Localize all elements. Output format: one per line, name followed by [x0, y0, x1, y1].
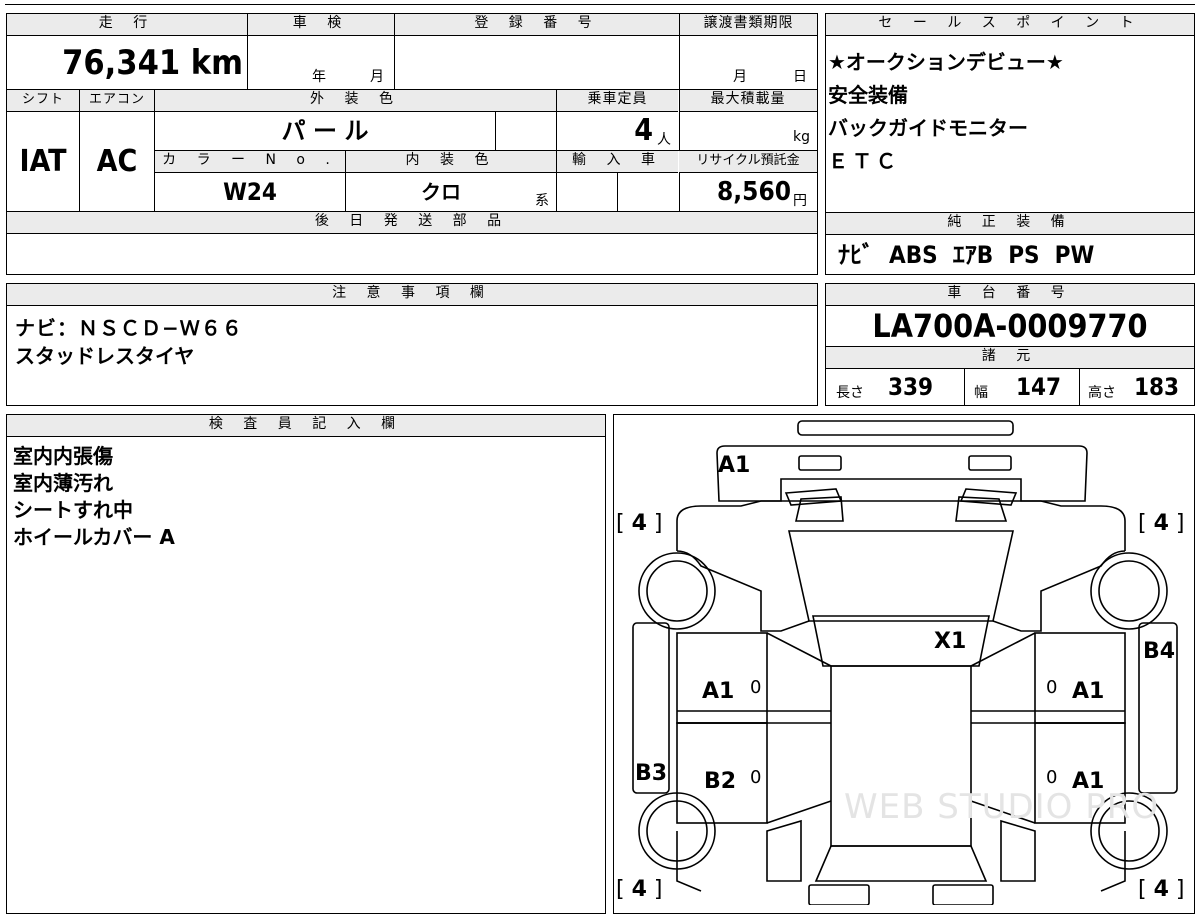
chassis-label: 車 台 番 号: [826, 284, 1194, 306]
shift-label: シフト: [7, 90, 79, 112]
inspection-year-unit: 年: [312, 69, 326, 85]
transfer-day-unit: 日: [793, 69, 807, 85]
capacity-label: 乗車定員: [557, 90, 678, 112]
mark-zero: 0: [1046, 767, 1058, 788]
genuine-equipment-box: 純 正 装 備 ﾅﾋﾞ ABS ｴｱB PS PW: [825, 212, 1195, 275]
chassis-box: 車 台 番 号 LA700A-0009770 諸 元 長さ 339 幅 147 …: [825, 283, 1195, 406]
mark-right-front-door: A1: [1072, 679, 1105, 704]
recycle-unit: 円: [793, 193, 807, 209]
ext-color-value: パ ー ル: [281, 117, 369, 145]
ac-value: AC: [96, 144, 138, 179]
tread-rear-left: [ 4 ]: [616, 877, 663, 902]
shift-value: IAT: [19, 144, 67, 179]
ac-label: エアコン: [80, 90, 154, 112]
mark-left-front-door: A1: [702, 679, 735, 704]
inspector-line: シートすれ中: [13, 498, 133, 522]
inspector-line: ホイールカバー A: [13, 525, 175, 549]
notes-label: 注 意 事 項 欄: [7, 284, 817, 306]
tread-front-left: [ 4 ]: [616, 511, 663, 536]
length-value: 339: [888, 373, 934, 401]
int-color-label: 内 装 色: [346, 151, 556, 173]
sales-point-line: ★オークションデビュー★: [828, 50, 1064, 74]
int-color-value: クロ: [421, 180, 461, 204]
mark-zero: 0: [750, 677, 762, 698]
color-no-value: W24: [223, 178, 277, 206]
specs-label: 諸 元: [826, 347, 1194, 369]
height-value: 183: [1134, 373, 1180, 401]
height-label: 高さ: [1088, 385, 1116, 401]
mark-front: A1: [718, 453, 751, 478]
chassis-number: LA700A-0009770: [872, 307, 1148, 345]
top-edge-line: [5, 4, 1195, 5]
inspection-label: 車 検: [248, 14, 394, 36]
inspection-month-unit: 月: [370, 69, 384, 85]
tread-front-right: [ 4 ]: [1138, 511, 1185, 536]
mark-zero: 0: [1046, 677, 1058, 698]
recycle-value: 8,560: [717, 177, 791, 207]
tread-rear-right: [ 4 ]: [1138, 877, 1185, 902]
sales-point-line: バックガイドモニター: [828, 116, 1028, 140]
later-parts-label: 後 日 発 送 部 品: [7, 212, 817, 234]
int-color-suffix: 系: [535, 193, 549, 209]
mark-roof: X1: [934, 629, 967, 654]
spec-table: 走 行 車 検 登 録 番 号 譲渡書類期限 76,341 km 年 月 月 日…: [6, 13, 818, 275]
car-diagram: [632, 420, 1178, 905]
notes-box: 注 意 事 項 欄 ナビ：ＮＳＣＤ−Ｗ６６ スタッドレスタイヤ: [6, 283, 818, 406]
genuine-equipment-value: ﾅﾋﾞ ABS ｴｱB PS PW: [838, 241, 1095, 269]
transfer-month-unit: 月: [733, 69, 747, 85]
mark-left-rear-door: B2: [704, 769, 737, 794]
width-value: 147: [1016, 373, 1062, 401]
watermark: WEB STUDIO PRO: [844, 787, 1160, 827]
car-diagram-box: WEB STUDIO PRO [ 4 ] [ 4 ] [ 4 ] [ 4 ] A…: [613, 414, 1195, 914]
max-load-label: 最大積載量: [679, 90, 817, 112]
mark-right-rear-door: A1: [1072, 769, 1105, 794]
sales-point-line: ＥＴＣ: [828, 149, 900, 173]
import-label: 輸 入 車: [557, 151, 678, 173]
mileage-value: 76,341 km: [62, 43, 243, 83]
length-label: 長さ: [836, 385, 864, 401]
sales-points-box: セ ー ル ス ポ イ ン ト ★オークションデビュー★ 安全装備 バックガイド…: [825, 13, 1195, 213]
ext-color-label: 外 装 色: [155, 90, 556, 112]
mark-left-side: B3: [635, 761, 668, 786]
sales-points-label: セ ー ル ス ポ イ ン ト: [826, 14, 1194, 36]
recycle-label: リサイクル預託金: [679, 151, 817, 173]
notes-line: スタッドレスタイヤ: [15, 344, 195, 368]
genuine-equipment-label: 純 正 装 備: [826, 213, 1194, 235]
inspector-label: 検 査 員 記 入 欄: [7, 415, 605, 437]
capacity-unit: 人: [657, 132, 671, 148]
inspector-box: 検 査 員 記 入 欄 室内内張傷 室内薄汚れ シートすれ中 ホイールカバー A: [6, 414, 606, 914]
inspector-line: 室内薄汚れ: [13, 471, 113, 495]
mark-zero: 0: [750, 767, 762, 788]
max-load-unit: kg: [793, 129, 810, 145]
notes-line: ナビ：ＮＳＣＤ−Ｗ６６: [15, 316, 243, 340]
registration-label: 登 録 番 号: [395, 14, 679, 36]
capacity-value: 4: [634, 113, 653, 148]
inspector-line: 室内内張傷: [13, 444, 113, 468]
transfer-deadline-label: 譲渡書類期限: [680, 14, 817, 36]
mark-right-rear-side: B4: [1143, 639, 1176, 664]
mileage-label: 走 行: [7, 14, 247, 36]
sales-point-line: 安全装備: [828, 83, 908, 107]
width-label: 幅: [974, 385, 988, 401]
color-no-label: カ ラ ー N o .: [155, 151, 345, 173]
